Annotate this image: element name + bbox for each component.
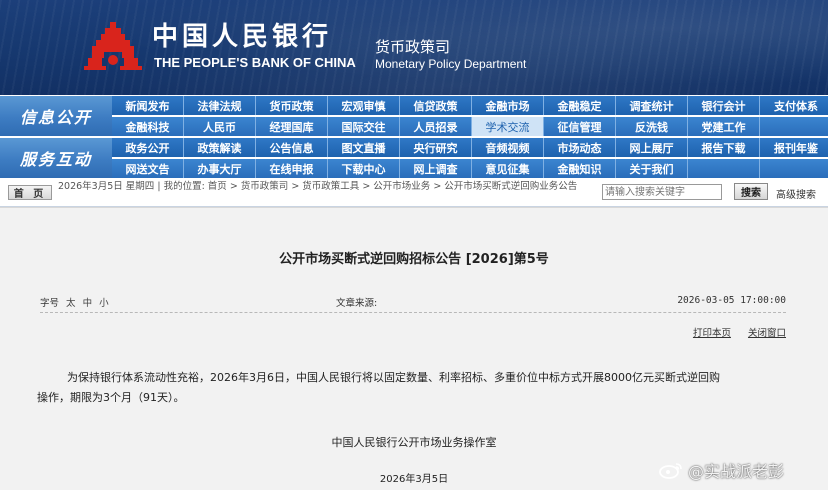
nav-item-party-building[interactable]: 党建工作 [688,117,760,136]
meta-divider [40,312,786,313]
location-label: 我的位置: [163,181,205,192]
nav-section-info-public[interactable]: 信息公开 [0,96,112,136]
body-line: 为保持银行体系流动性充裕，2026年3月6日，中国人民银行将以固定数量、利率招标… [67,371,720,384]
close-window-link[interactable]: 关闭窗口 [748,328,786,339]
nav-item-macro-prudential[interactable]: 宏观审慎 [328,96,400,115]
site-header: 中国人民银行 THE PEOPLE'S BANK OF CHINA 货币政策司 … [0,0,828,95]
dept-name-en: Monetary Policy Department [375,57,527,71]
nav-item-empty [760,159,828,178]
nav-item-market-news[interactable]: 市场动态 [544,138,616,157]
article-body: 为保持银行体系流动性充裕，2026年3月6日，中国人民银行将以固定数量、利率招标… [37,368,787,408]
advanced-search-link[interactable]: 高级搜索 [776,186,816,201]
nav-item-yearbook[interactable]: 报刊年鉴 [760,138,828,157]
breadcrumb: 2026年3月5日 星期四 | 我的位置: 首页 > 货币政策司 > 货币政策工… [58,181,578,192]
nav-item-international[interactable]: 国际交往 [328,117,400,136]
nav-item-research[interactable]: 央行研究 [400,138,472,157]
nav-item-treasury[interactable]: 经理国库 [256,117,328,136]
nav-item-anti-money-laundering[interactable]: 反洗钱 [616,117,688,136]
nav-item-news[interactable]: 新闻发布 [112,96,184,115]
nav-item-audio-video[interactable]: 音频视频 [472,138,544,157]
nav-item-policy-interpretation[interactable]: 政策解读 [184,138,256,157]
nav-item-laws[interactable]: 法律法规 [184,96,256,115]
nav-item-documents[interactable]: 网送文告 [112,159,184,178]
article-title: 公开市场买断式逆回购招标公告 [2026]第5号 [279,252,549,267]
nav-item-payment-system[interactable]: 支付体系 [760,96,828,115]
nav-item-credit-reference[interactable]: 征信管理 [544,117,616,136]
font-size-medium[interactable]: 中 [83,298,93,309]
nav-row-2: 金融科技 人民币 经理国库 国际交往 人员招录 学术交流 征信管理 反洗钱 党建… [112,117,828,136]
article-meta: 字号 太 中 小 文章来源: 2026-03-05 17:00:00 [40,295,786,309]
current-date: 2026年3月5日 星期四 [58,181,155,192]
nav-item-announcements[interactable]: 公告信息 [256,138,328,157]
home-button[interactable]: 首 页 [8,185,52,200]
nav-item-feedback[interactable]: 意见征集 [472,159,544,178]
article-actions: 打印本页 关闭窗口 [679,325,786,339]
nav-section-service[interactable]: 服务互动 [0,138,112,178]
search-input[interactable] [602,184,722,200]
article-datetime: 2026-03-05 17:00:00 [677,295,786,306]
font-size-control: 字号 太 中 小 [40,295,109,309]
nav-item-report-download[interactable]: 报告下载 [688,138,760,157]
body-line: 操作，期限为3个月（91天）。 [37,391,185,404]
font-size-label: 字号 [40,298,60,309]
nav-item-recruitment[interactable]: 人员招录 [400,117,472,136]
nav-item-fintech[interactable]: 金融科技 [112,117,184,136]
nav-item-download-center[interactable]: 下载中心 [328,159,400,178]
weibo-icon [659,463,682,479]
nav-item-empty [688,159,760,178]
article-source: 文章来源: [336,298,378,309]
nav-item-financial-market[interactable]: 金融市场 [472,96,544,115]
nav-item-rmb[interactable]: 人民币 [184,117,256,136]
article-content: 公开市场买断式逆回购招标公告 [2026]第5号 字号 太 中 小 文章来源: … [0,207,828,490]
nav-item-financial-stability[interactable]: 金融稳定 [544,96,616,115]
bank-name-cn: 中国人民银行 [152,22,333,52]
nav-item-online-survey[interactable]: 网上调查 [400,159,472,178]
nav-item-online-exhibition[interactable]: 网上展厅 [616,138,688,157]
breadcrumb-path[interactable]: 首页 > 货币政策司 > 货币政策工具 > 公开市场业务 > 公开市场买断式逆回… [208,181,578,192]
article-signature: 中国人民银行公开市场业务操作室 [331,436,497,449]
nav-item-service-hall[interactable]: 办事大厅 [184,159,256,178]
nav-row-4: 网送文告 办事大厅 在线申报 下载中心 网上调查 意见征集 金融知识 关于我们 [112,159,828,178]
breadcrumb-bar: 首 页 2026年3月5日 星期四 | 我的位置: 首页 > 货币政策司 > 货… [0,179,828,207]
nav-item-credit-policy[interactable]: 信贷政策 [400,96,472,115]
weibo-watermark: @实战派老彭 [658,458,784,482]
bank-name-en: THE PEOPLE'S BANK OF CHINA [154,55,356,70]
nav-item-empty [760,117,828,136]
pboc-logo-icon[interactable] [82,20,144,72]
print-page-link[interactable]: 打印本页 [693,328,731,339]
dept-name-cn: 货币政策司 [375,38,451,56]
main-navigation: 信息公开 服务互动 新闻发布 法律法规 货币政策 宏观审慎 信贷政策 金融市场 … [0,95,828,179]
nav-row-1: 新闻发布 法律法规 货币政策 宏观审慎 信贷政策 金融市场 金融稳定 调查统计 … [112,96,828,115]
nav-item-financial-knowledge[interactable]: 金融知识 [544,159,616,178]
search-button[interactable]: 搜索 [734,183,768,200]
nav-item-live-broadcast[interactable]: 图文直播 [328,138,400,157]
font-size-small[interactable]: 小 [99,298,109,309]
nav-item-accounting[interactable]: 银行会计 [688,96,760,115]
nav-row-3: 政务公开 政策解读 公告信息 图文直播 央行研究 音频视频 市场动态 网上展厅 … [112,138,828,157]
nav-item-online-declaration[interactable]: 在线申报 [256,159,328,178]
watermark-text: @实战派老彭 [688,462,785,481]
nav-item-monetary-policy[interactable]: 货币政策 [256,96,328,115]
font-size-large[interactable]: 太 [66,298,76,309]
nav-item-about-us[interactable]: 关于我们 [616,159,688,178]
nav-item-government-affairs[interactable]: 政务公开 [112,138,184,157]
nav-item-academic[interactable]: 学术交流 [472,117,544,136]
nav-item-statistics[interactable]: 调查统计 [616,96,688,115]
